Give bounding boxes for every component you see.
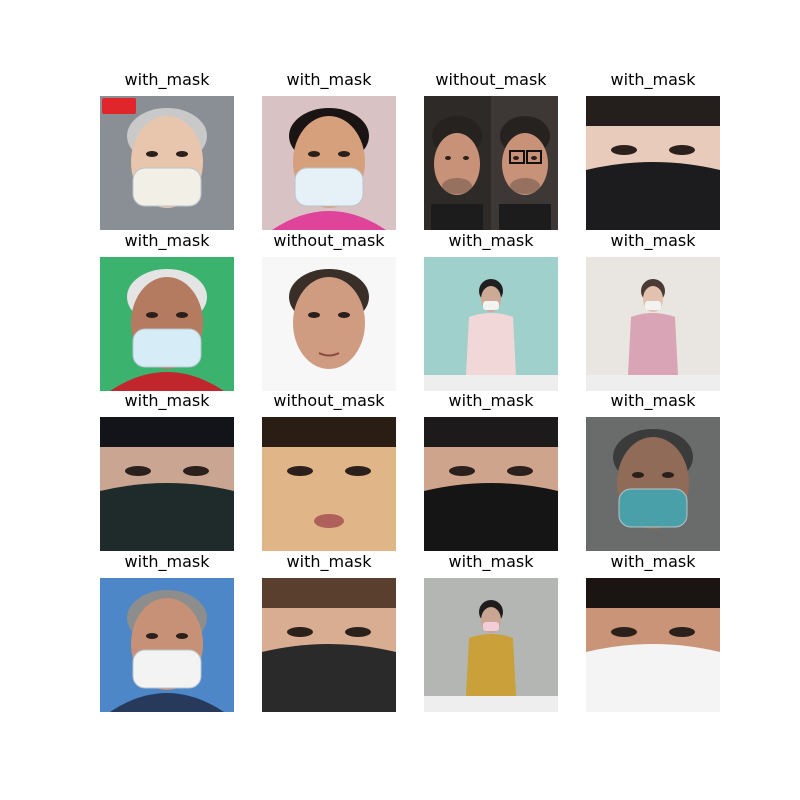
face: [262, 447, 396, 551]
eye-left: [611, 627, 637, 637]
photo-footer: [424, 375, 558, 391]
face-photo: [424, 578, 558, 712]
eye-right: [338, 312, 350, 318]
eye-left: [611, 145, 637, 155]
eye-left-b: [513, 156, 519, 160]
face-mask: [483, 622, 499, 631]
eye-left-a: [445, 156, 451, 160]
face-mask: [424, 483, 558, 551]
mouth: [314, 514, 344, 528]
photo-footer: [424, 696, 558, 712]
face-mask: [100, 483, 234, 551]
shirt-b: [499, 204, 551, 230]
face-photo: [586, 257, 720, 391]
eye-right: [176, 633, 188, 639]
eye-left: [287, 466, 313, 476]
eye-right: [345, 466, 371, 476]
eye-left: [146, 151, 158, 157]
eye-left: [308, 151, 320, 157]
eye-right: [669, 145, 695, 155]
beard-b: [510, 178, 540, 194]
eye-right: [176, 312, 188, 318]
face-photo: [262, 578, 396, 712]
face-photo: [262, 257, 396, 391]
image-label: with_mask: [610, 552, 696, 571]
body: [466, 313, 516, 375]
face-photo: [262, 96, 396, 230]
face-photo: [100, 96, 234, 230]
image-label: with_mask: [610, 70, 696, 89]
face-photo: [100, 417, 234, 551]
face-mask: [586, 644, 720, 712]
face-mask: [132, 649, 202, 689]
face-photo: [586, 96, 720, 230]
eye-right: [669, 627, 695, 637]
face-photo: [586, 578, 720, 712]
eye-left: [449, 466, 475, 476]
face-photo: [424, 417, 558, 551]
eye-left: [632, 472, 644, 478]
eye-left: [146, 633, 158, 639]
face-photo: [100, 578, 234, 712]
badge-logo: [102, 98, 136, 114]
eye-left: [287, 627, 313, 637]
eye-left: [308, 312, 320, 318]
image-label: with_mask: [610, 391, 696, 410]
face-mask: [294, 167, 364, 207]
face-mask: [586, 162, 720, 230]
eye-left: [125, 466, 151, 476]
figure-canvas: { "grid": { "rows": [ [ {"label": "with_…: [0, 0, 800, 800]
eye-right: [338, 151, 350, 157]
eye-left: [146, 312, 158, 318]
face-mask: [132, 167, 202, 207]
body: [466, 634, 516, 696]
eye-right: [345, 627, 371, 637]
eye-right: [183, 466, 209, 476]
face-mask: [262, 644, 396, 712]
eye-right-b: [531, 156, 537, 160]
photo-footer: [586, 375, 720, 391]
body: [628, 313, 678, 375]
face-photo: [424, 96, 558, 230]
face-photo: [424, 257, 558, 391]
face-mask: [483, 301, 499, 310]
beard-a: [442, 178, 472, 194]
face-mask: [645, 301, 661, 310]
face-photo: [100, 257, 234, 391]
eye-right: [662, 472, 674, 478]
eye-right: [507, 466, 533, 476]
eye-right-a: [463, 156, 469, 160]
face-mask: [132, 328, 202, 368]
face-mask: [618, 488, 688, 528]
image-label: with_mask: [610, 231, 696, 250]
face-photo: [586, 417, 720, 551]
face-photo: [262, 417, 396, 551]
eye-right: [176, 151, 188, 157]
shirt-a: [431, 204, 483, 230]
